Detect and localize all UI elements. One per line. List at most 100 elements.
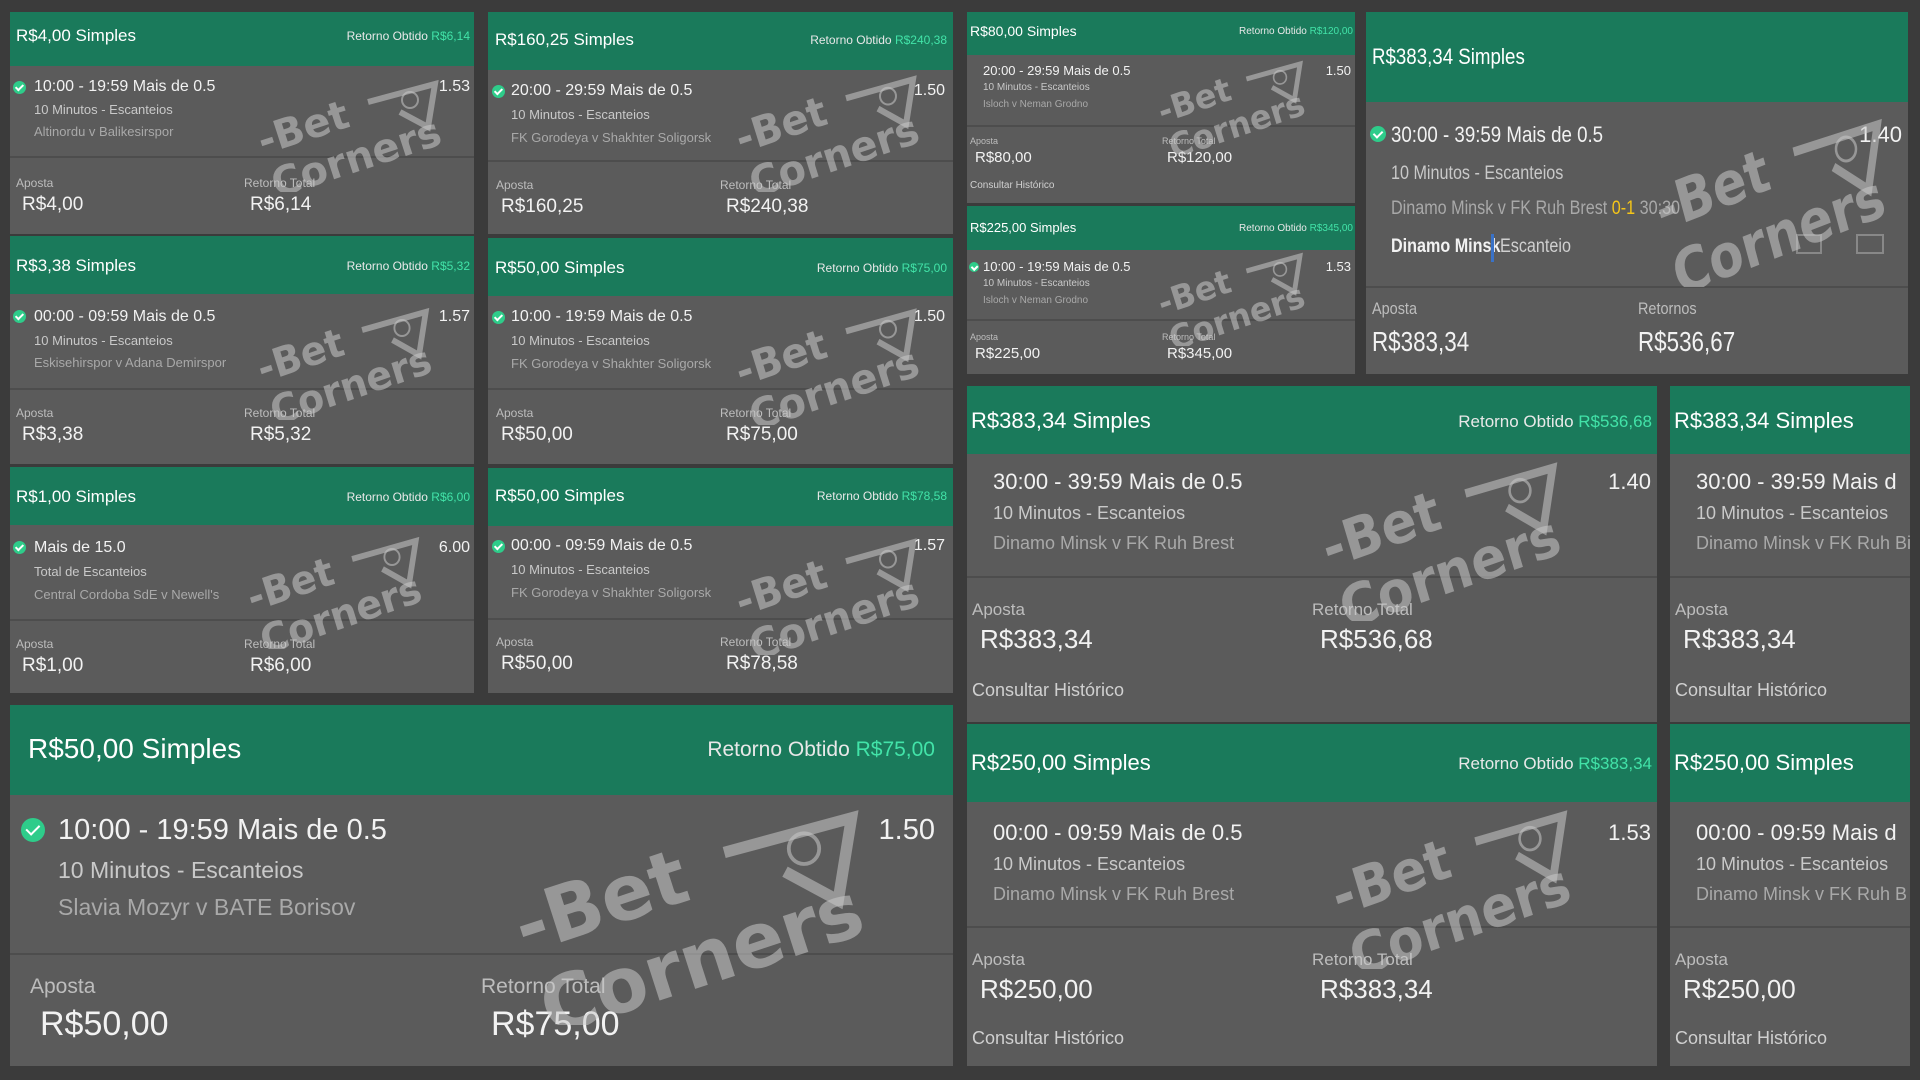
market-type: 10 Minutos - Escanteios — [1696, 854, 1889, 874]
bet-title: R$80,00 Simples — [970, 23, 1077, 39]
aposta-label: Aposta — [16, 637, 54, 651]
watermark-logo: -Bet Corners — [250, 300, 440, 436]
bet-title: R$225,00 Simples — [970, 220, 1077, 235]
market-type: 10 Minutos - Escanteios — [1391, 163, 1564, 184]
aposta-label: Aposta — [1372, 299, 1417, 318]
odds: 6.00 — [438, 539, 470, 556]
bet-header: R$50,00 Simples Retorno Obtido R$78,58 — [488, 468, 953, 526]
watermark-logo: -Bet Corners — [1322, 799, 1582, 990]
divider — [10, 156, 474, 158]
watermark-logo: -Bet Corners — [240, 529, 430, 665]
retorno-obtido: Retorno Obtido R$78,58 — [816, 489, 947, 503]
market-type: 10 Minutos - Escanteios — [511, 107, 650, 122]
market-name: 30:00 - 39:59 Mais de 0.5 — [993, 469, 1243, 494]
svg-text:-Bet: -Bet — [729, 550, 832, 627]
team-tab[interactable]: Escanteio — [1500, 236, 1571, 258]
bet-card: R$1,00 Simples Retorno Obtido R$6,00 Mai… — [10, 467, 474, 693]
aposta-value: R$250,00 — [1683, 974, 1796, 1004]
market-type: 10 Minutos - Escanteios — [511, 562, 650, 577]
svg-text:Corners: Corners — [529, 865, 874, 1025]
market-type: 10 Minutos - Escanteios — [983, 82, 1090, 93]
market-name: 00:00 - 09:59 Mais de 0.5 — [993, 820, 1243, 845]
divider — [1670, 576, 1910, 578]
svg-text:-Bet: -Bet — [503, 832, 699, 972]
market-type: Total de Escanteios — [34, 564, 147, 579]
bet-title: R$3,38 Simples — [16, 256, 137, 275]
bet-header: R$250,00 Simples — [1670, 724, 1910, 802]
retorno-obtido: Retorno Obtido R$75,00 — [816, 261, 947, 275]
consultar-historico-link[interactable]: Consultar Histórico — [970, 180, 1054, 191]
consultar-historico-link[interactable]: Consultar Histórico — [1675, 1028, 1827, 1049]
aposta-label: Aposta — [496, 406, 534, 420]
check-icon — [13, 310, 26, 323]
retorno-obtido: Retorno Obtido R$345,00 — [1239, 223, 1353, 234]
svg-text:-Bet: -Bet — [729, 320, 832, 397]
check-icon — [13, 81, 26, 94]
bet-header: R$4,00 Simples Retorno Obtido R$6,14 — [10, 12, 474, 66]
market-name: 20:00 - 29:59 Mais de 0.5 — [511, 82, 693, 99]
retorno-label: Retorno Total — [720, 635, 792, 649]
match-name: Dinamo Minsk v FK Ruh Brest — [993, 884, 1235, 904]
bet-header: R$3,38 Simples Retorno Obtido R$5,32 — [10, 236, 474, 294]
bet-title: R$1,00 Simples — [16, 487, 137, 506]
check-icon — [969, 262, 979, 272]
divider — [488, 388, 953, 390]
retorno-value: R$78,58 — [726, 653, 798, 674]
divider — [488, 160, 953, 162]
bet-card: R$383,34 Simples Retorno Obtido R$536,68… — [967, 386, 1657, 722]
bet-card: R$50,00 Simples Retorno Obtido R$75,00 1… — [488, 238, 953, 464]
play-video-icon[interactable] — [1796, 234, 1822, 254]
team-tab-active[interactable]: Dinamo Minsk — [1391, 236, 1500, 258]
match-name: Altinordu v Balikesirspor — [34, 124, 174, 139]
bet-header: R$383,34 Simples Retorno Obtido R$536,68 — [967, 386, 1657, 454]
aposta-value: R$50,00 — [501, 424, 573, 445]
match-name: Dinamo Minsk v FK Ruh Brest 0-1 30:30 — [1391, 198, 1681, 219]
aposta-label: Aposta — [496, 178, 534, 192]
bet-card: R$383,34 Simples 30:00 - 39:59 Mais de 0… — [1366, 12, 1908, 374]
retorno-obtido: Retorno Obtido R$6,00 — [346, 490, 470, 504]
match-name: Dinamo Minsk v FK Ruh Brest — [993, 533, 1235, 553]
bet-title: R$50,00 Simples — [28, 733, 242, 764]
bet-title: R$50,00 Simples — [495, 258, 625, 277]
market-type: 10 Minutos - Escanteios — [511, 333, 650, 348]
bet-card: R$250,00 Simples 00:00 - 09:59 Mais d 10… — [1670, 724, 1910, 1066]
bet-card: R$225,00 Simples Retorno Obtido R$345,00… — [967, 206, 1355, 374]
market-name: 30:00 - 39:59 Mais de 0.5 — [1391, 122, 1604, 147]
bet-card: R$250,00 Simples Retorno Obtido R$383,34… — [967, 724, 1657, 1066]
divider — [488, 618, 953, 620]
retorno-label: Retorno Total — [720, 406, 792, 420]
bet-title: R$4,00 Simples — [16, 26, 137, 45]
retorno-obtido: Retorno Obtido R$6,14 — [346, 29, 470, 43]
consultar-historico-link[interactable]: Consultar Histórico — [972, 680, 1124, 701]
check-icon — [492, 311, 505, 324]
aposta-value: R$1,00 — [22, 655, 84, 676]
market-type: 10 Minutos - Escanteios — [993, 503, 1186, 523]
bet-header: R$160,25 Simples Retorno Obtido R$240,38 — [488, 12, 953, 70]
match-name: Dinamo Minsk v FK Ruh Bi — [1696, 533, 1910, 553]
odds: 1.50 — [913, 308, 945, 325]
svg-text:-Bet: -Bet — [1648, 137, 1777, 246]
consultar-historico-link[interactable]: Consultar Histórico — [1675, 680, 1827, 701]
retorno-value: R$5,32 — [250, 424, 312, 445]
match-name: FK Gorodeya v Shakhter Soligorsk — [511, 130, 712, 145]
bet-card: R$4,00 Simples Retorno Obtido R$6,14 10:… — [10, 12, 474, 234]
check-icon — [21, 818, 45, 842]
pitch-view-icon[interactable] — [1856, 234, 1884, 254]
svg-text:-Bet: -Bet — [1153, 262, 1235, 323]
aposta-value: R$80,00 — [975, 149, 1032, 166]
divider — [967, 926, 1657, 928]
bet-title: R$250,00 Simples — [1674, 750, 1854, 775]
aposta-value: R$50,00 — [501, 653, 573, 674]
match-name: Dinamo Minsk v FK Ruh B — [1696, 884, 1908, 904]
consultar-historico-link[interactable]: Consultar Histórico — [972, 1028, 1124, 1049]
match-name: FK Gorodeya v Shakhter Soligorsk — [511, 356, 712, 371]
match-name: Central Cordoba SdE v Newell's — [34, 587, 220, 602]
aposta-label: Aposta — [970, 332, 999, 342]
watermark-logo: -Bet Corners — [1152, 246, 1312, 359]
market-name: 30:00 - 39:59 Mais d — [1696, 469, 1897, 494]
aposta-value: R$383,34 — [1683, 624, 1796, 654]
bet-header: R$50,00 Simples Retorno Obtido R$75,00 — [10, 705, 953, 795]
aposta-value: R$50,00 — [40, 1005, 169, 1043]
odds: 1.53 — [1608, 820, 1651, 845]
match-name: Isloch v Neman Grodno — [983, 99, 1089, 110]
